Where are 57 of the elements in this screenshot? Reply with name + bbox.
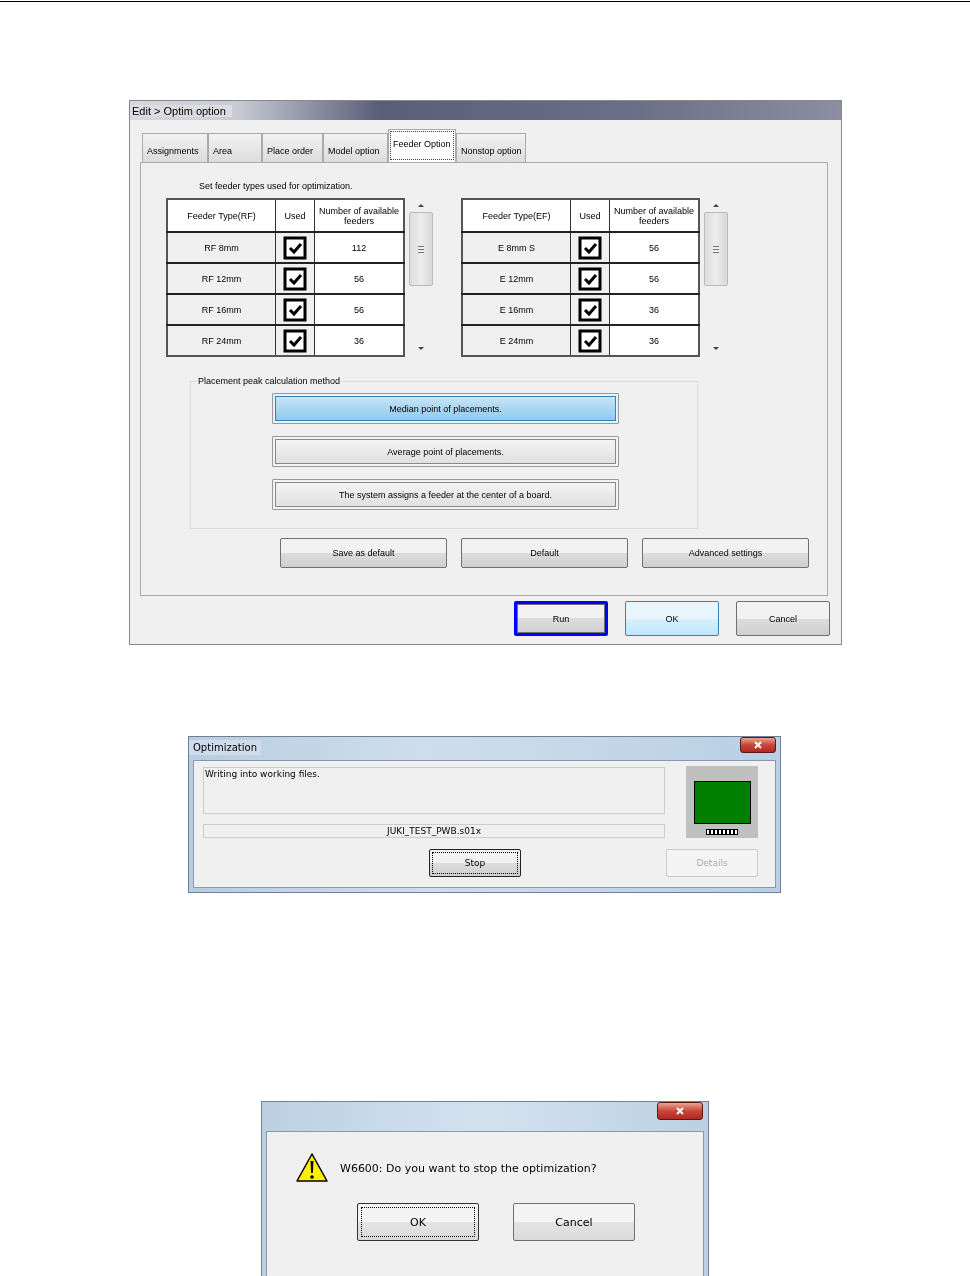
scroll-up-icon[interactable] xyxy=(417,202,425,208)
table-cell: E 8mm S xyxy=(462,232,571,263)
warning-icon xyxy=(295,1152,329,1184)
tab[interactable]: Area xyxy=(208,133,262,162)
scrollbar-thumb[interactable] xyxy=(704,212,728,286)
board-icon xyxy=(686,766,758,838)
table-cell: RF 12mm xyxy=(167,263,276,294)
column-header: Feeder Type(EF) xyxy=(462,199,571,232)
scrollbar-thumb[interactable] xyxy=(409,212,433,286)
checkbox[interactable] xyxy=(283,266,307,291)
tab[interactable]: Place order xyxy=(262,133,323,162)
settings-button[interactable]: Default xyxy=(461,538,628,568)
settings-button[interactable]: Save as default xyxy=(280,538,447,568)
checkbox[interactable] xyxy=(578,297,602,322)
checkbox[interactable] xyxy=(578,235,602,260)
close-button[interactable] xyxy=(657,1102,703,1120)
tab[interactable]: Assignments xyxy=(142,133,208,162)
status-text: Writing into working files. xyxy=(204,768,321,779)
option-button[interactable]: The system assigns a feeder at the center of a board. xyxy=(272,479,619,510)
message-text: W6600: Do you want to stop the optimization? xyxy=(340,1161,597,1175)
table-cell: RF 16mm xyxy=(167,294,276,325)
checkbox[interactable] xyxy=(283,297,307,322)
close-icon xyxy=(753,741,763,749)
dialog-button[interactable]: Stop xyxy=(429,849,521,877)
column-header: Feeder Type(RF) xyxy=(167,199,276,232)
table-cell: RF 24mm xyxy=(167,325,276,356)
close-icon xyxy=(675,1107,685,1115)
column-header: Number of available feeders xyxy=(609,199,699,232)
instruction-text: Set feeder types used for optimization. xyxy=(199,181,354,193)
tab[interactable]: Feeder Option xyxy=(388,129,456,162)
table-cell: E 24mm xyxy=(462,325,571,356)
option-button[interactable]: Median point of placements. xyxy=(272,393,619,424)
table-cell: E 12mm xyxy=(462,263,571,294)
tab[interactable]: Nonstop option xyxy=(456,133,526,162)
option-button[interactable]: Average point of placements. xyxy=(272,436,619,467)
checkbox[interactable] xyxy=(578,266,602,291)
tab[interactable]: Model option xyxy=(323,133,388,162)
dialog-button[interactable]: Run xyxy=(514,601,608,636)
scroll-down-icon[interactable] xyxy=(712,346,720,352)
scroll-down-icon[interactable] xyxy=(417,346,425,352)
dialog-button[interactable]: Cancel xyxy=(736,601,830,636)
scroll-up-icon[interactable] xyxy=(712,202,720,208)
group-label: Placement peak calculation method xyxy=(197,376,342,387)
column-header: Number of available feeders xyxy=(314,199,404,232)
window-title: Edit > Optim option xyxy=(130,104,232,117)
dialog-button[interactable]: Cancel xyxy=(513,1203,635,1241)
file-name-bar: JUKI_TEST_PWB.s01x xyxy=(203,824,665,838)
checkbox[interactable] xyxy=(283,235,307,260)
window-title: Optimization xyxy=(189,739,261,755)
table-cell: RF 8mm xyxy=(167,232,276,263)
dialog-button[interactable]: OK xyxy=(625,601,719,636)
settings-button[interactable]: Advanced settings xyxy=(642,538,809,568)
dialog-button[interactable]: OK xyxy=(357,1203,479,1241)
checkbox[interactable] xyxy=(283,328,307,353)
close-button[interactable] xyxy=(740,737,776,753)
table-cell: E 16mm xyxy=(462,294,571,325)
checkbox[interactable] xyxy=(578,328,602,353)
